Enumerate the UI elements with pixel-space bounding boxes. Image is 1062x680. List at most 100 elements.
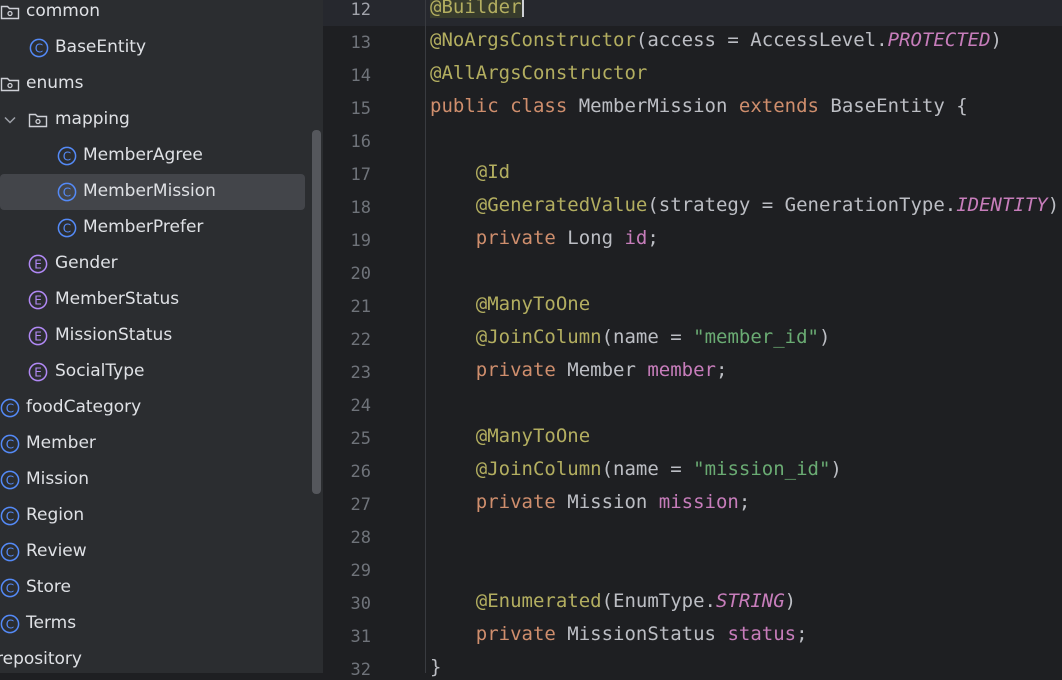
- chevron-down-icon[interactable]: [0, 110, 20, 130]
- tree-item-memberprefer[interactable]: C MemberPrefer: [0, 210, 305, 246]
- tree-item-mapping[interactable]: mapping: [0, 102, 305, 138]
- tree-item-label: MemberPrefer: [83, 217, 204, 237]
- code-line[interactable]: @ManyToOne: [430, 293, 590, 315]
- line-number: 12: [350, 0, 371, 20]
- svg-text:C: C: [6, 509, 14, 523]
- project-tree-scrollbar-thumb[interactable]: [312, 130, 321, 494]
- svg-text:E: E: [34, 257, 42, 271]
- code-line[interactable]: private MissionStatus status;: [430, 623, 808, 645]
- project-tree: common C BaseEntity enums mapping C MemberAgre…: [0, 0, 310, 673]
- enum-icon: E: [28, 362, 48, 382]
- tree-item-memberagree[interactable]: C MemberAgree: [0, 138, 305, 174]
- code-token: status: [727, 623, 797, 645]
- code-line[interactable]: @JoinColumn(name = "member_id"): [430, 326, 831, 348]
- code-token: private: [475, 227, 568, 249]
- svg-text:C: C: [6, 581, 14, 595]
- code-token: MemberMission: [578, 95, 739, 117]
- tree-item-store[interactable]: C Store: [0, 570, 305, 606]
- code-token: MissionStatus: [567, 623, 728, 645]
- code-token: private: [475, 491, 568, 513]
- class-icon: C: [57, 218, 77, 238]
- class-icon: C: [0, 434, 20, 454]
- tree-item-label: mapping: [55, 109, 130, 129]
- code-token: PROTECTED: [887, 29, 991, 51]
- package-folder-icon: [0, 2, 20, 22]
- code-line[interactable]: @Id: [430, 161, 510, 183]
- code-line[interactable]: @GeneratedValue(strategy = GenerationTyp…: [430, 194, 1059, 216]
- tree-item-label: Store: [26, 577, 71, 597]
- code-token: "member_id": [693, 326, 819, 348]
- tree-item-label: MemberStatus: [55, 289, 180, 309]
- tree-item-review[interactable]: C Review: [0, 534, 305, 570]
- code-token: @JoinColumn: [475, 458, 602, 480]
- tree-item-common[interactable]: common: [0, 0, 305, 30]
- tree-item-label: Mission: [26, 469, 90, 489]
- tree-item-enums[interactable]: enums: [0, 66, 305, 102]
- code-token: Member: [567, 359, 648, 381]
- class-icon: C: [0, 542, 20, 562]
- tree-item-repository[interactable]: repository: [0, 642, 305, 673]
- line-number: 24: [350, 396, 371, 416]
- code-token: ): [818, 326, 831, 348]
- tree-item-label: MemberAgree: [83, 145, 203, 165]
- tree-item-label: SocialType: [55, 361, 145, 381]
- code-token: @GeneratedValue: [475, 194, 648, 216]
- tree-item-missionstatus[interactable]: E MissionStatus: [0, 318, 305, 354]
- code-token: extends: [738, 95, 831, 117]
- code-line[interactable]: @NoArgsConstructor(access = AccessLevel.…: [430, 29, 1002, 51]
- line-number: 19: [350, 231, 371, 251]
- code-line[interactable]: @Enumerated(EnumType.STRING): [430, 590, 796, 612]
- code-token: @ManyToOne: [475, 425, 591, 447]
- code-token: ;: [647, 227, 659, 249]
- code-token: }: [430, 656, 442, 678]
- code-line[interactable]: @AllArgsConstructor: [430, 62, 647, 84]
- code-token: (name =: [601, 458, 694, 480]
- svg-text:C: C: [63, 149, 71, 163]
- tree-item-baseentity[interactable]: C BaseEntity: [0, 30, 305, 66]
- gutter-separator: [425, 0, 426, 673]
- tree-item-foodcategory[interactable]: CfoodCategory: [0, 390, 305, 426]
- code-line[interactable]: private Member member;: [430, 359, 728, 381]
- code-line[interactable]: @Builder: [430, 0, 524, 18]
- code-token: public class: [430, 95, 579, 117]
- tree-item-label: MissionStatus: [55, 325, 173, 345]
- code-line[interactable]: @ManyToOne: [430, 425, 590, 447]
- code-token: @Id: [475, 161, 511, 183]
- code-line[interactable]: private Long id;: [430, 227, 659, 249]
- code-token: ): [990, 29, 1002, 51]
- class-icon: C: [29, 38, 49, 58]
- code-line[interactable]: private Mission mission;: [430, 491, 751, 513]
- code-token: ): [830, 458, 842, 480]
- code-line[interactable]: public class MemberMission extends BaseE…: [430, 95, 968, 117]
- class-icon: C: [57, 182, 77, 202]
- tree-item-terms[interactable]: C Terms: [0, 606, 305, 642]
- svg-text:C: C: [6, 473, 14, 487]
- tree-item-label: BaseEntity: [55, 37, 147, 57]
- tree-item-membermission[interactable]: C MemberMission: [0, 174, 305, 210]
- tree-item-member[interactable]: C Member: [0, 426, 305, 462]
- svg-text:C: C: [6, 401, 14, 415]
- svg-text:E: E: [34, 329, 42, 343]
- line-number: 26: [350, 462, 371, 482]
- tree-item-mission[interactable]: C Mission: [0, 462, 305, 498]
- tree-item-label: Gender: [55, 253, 118, 273]
- tree-item-gender[interactable]: E Gender: [0, 246, 305, 282]
- tree-item-socialtype[interactable]: E SocialType: [0, 354, 305, 390]
- line-number: 30: [350, 594, 371, 614]
- tree-item-label: Region: [26, 505, 85, 525]
- line-number: 31: [350, 627, 371, 647]
- code-line[interactable]: }: [430, 656, 441, 678]
- tree-item-memberstatus[interactable]: E MemberStatus: [0, 282, 305, 318]
- line-number: 28: [350, 528, 371, 548]
- class-icon: C: [0, 614, 20, 634]
- class-icon: C: [0, 398, 20, 418]
- code-line[interactable]: @JoinColumn(name = "mission_id"): [430, 458, 842, 480]
- code-token: member: [647, 359, 716, 381]
- tree-item-label: enums: [26, 73, 84, 93]
- tree-item-region[interactable]: C Region: [0, 498, 305, 534]
